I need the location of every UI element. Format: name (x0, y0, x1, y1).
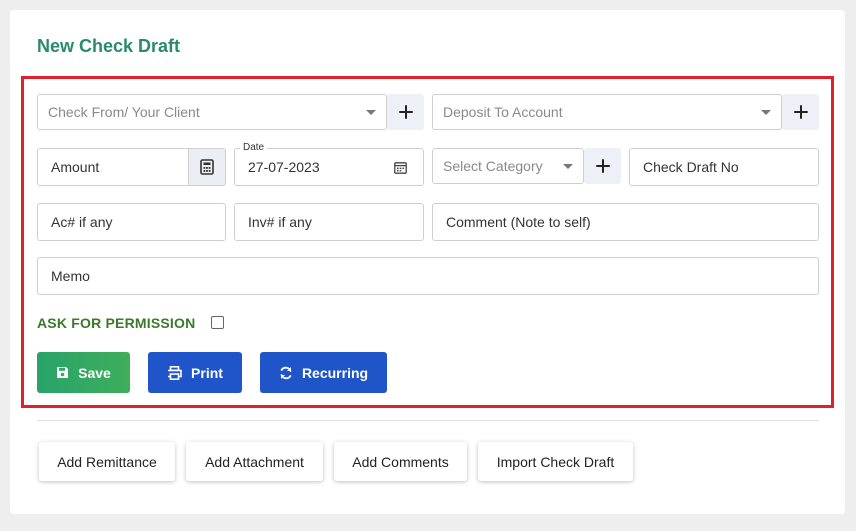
calendar-icon[interactable] (394, 161, 407, 174)
comment-placeholder: Comment (Note to self) (446, 214, 591, 230)
add-remittance-label: Add Remittance (57, 453, 157, 470)
deposit-to-placeholder: Deposit To Account (443, 104, 563, 120)
account-number-input[interactable]: Ac# if any (37, 203, 226, 241)
recurring-button[interactable]: Recurring (260, 352, 387, 393)
refresh-icon (280, 366, 292, 379)
invoice-placeholder: Inv# if any (248, 214, 312, 230)
category-placeholder: Select Category (443, 158, 543, 174)
recurring-label: Recurring (301, 364, 369, 381)
date-value: 27-07-2023 (248, 159, 320, 175)
add-account-button[interactable] (782, 94, 819, 130)
add-category-button[interactable] (584, 148, 621, 184)
plus-icon (398, 105, 413, 119)
chevron-down-icon (761, 110, 771, 115)
page-title: New Check Draft (37, 36, 181, 56)
deposit-to-select[interactable]: Deposit To Account (432, 94, 782, 130)
section-divider (37, 420, 819, 421)
category-select[interactable]: Select Category (432, 148, 584, 184)
plus-icon (793, 105, 808, 119)
import-check-draft-label: Import Check Draft (496, 453, 615, 470)
ask-permission-label: ASK FOR PERMISSION (37, 315, 196, 331)
add-remittance-button[interactable]: Add Remittance (39, 442, 175, 481)
date-input[interactable]: 27-07-2023 (234, 148, 424, 186)
memo-placeholder: Memo (51, 268, 90, 284)
check-draft-no-input[interactable]: Check Draft No (629, 148, 819, 186)
check-from-select[interactable]: Check From/ Your Client (37, 94, 387, 130)
add-client-button[interactable] (387, 94, 424, 130)
add-comments-label: Add Comments (352, 453, 449, 470)
plus-icon (595, 159, 610, 173)
add-attachment-button[interactable]: Add Attachment (186, 442, 323, 481)
check-from-placeholder: Check From/ Your Client (48, 104, 200, 120)
save-label: Save (78, 364, 111, 381)
amount-placeholder: Amount (51, 159, 100, 175)
chevron-down-icon (563, 164, 573, 169)
date-label: Date (240, 142, 268, 153)
account-placeholder: Ac# if any (51, 214, 113, 230)
ask-permission-checkbox[interactable] (211, 316, 224, 329)
comment-input[interactable]: Comment (Note to self) (432, 203, 819, 241)
print-button[interactable]: Print (148, 352, 242, 393)
import-check-draft-button[interactable]: Import Check Draft (478, 442, 633, 481)
calculator-icon (200, 159, 214, 175)
add-attachment-label: Add Attachment (205, 453, 304, 470)
printer-icon (168, 365, 182, 380)
memo-input[interactable]: Memo (37, 257, 819, 295)
calculator-button[interactable] (189, 148, 226, 186)
add-comments-button[interactable]: Add Comments (334, 442, 467, 481)
print-label: Print (191, 364, 223, 381)
floppy-disk-icon (57, 367, 69, 378)
amount-input[interactable]: Amount (37, 148, 189, 186)
save-button[interactable]: Save (37, 352, 130, 393)
invoice-number-input[interactable]: Inv# if any (234, 203, 424, 241)
chevron-down-icon (366, 110, 376, 115)
check-draft-no-placeholder: Check Draft No (643, 159, 739, 175)
